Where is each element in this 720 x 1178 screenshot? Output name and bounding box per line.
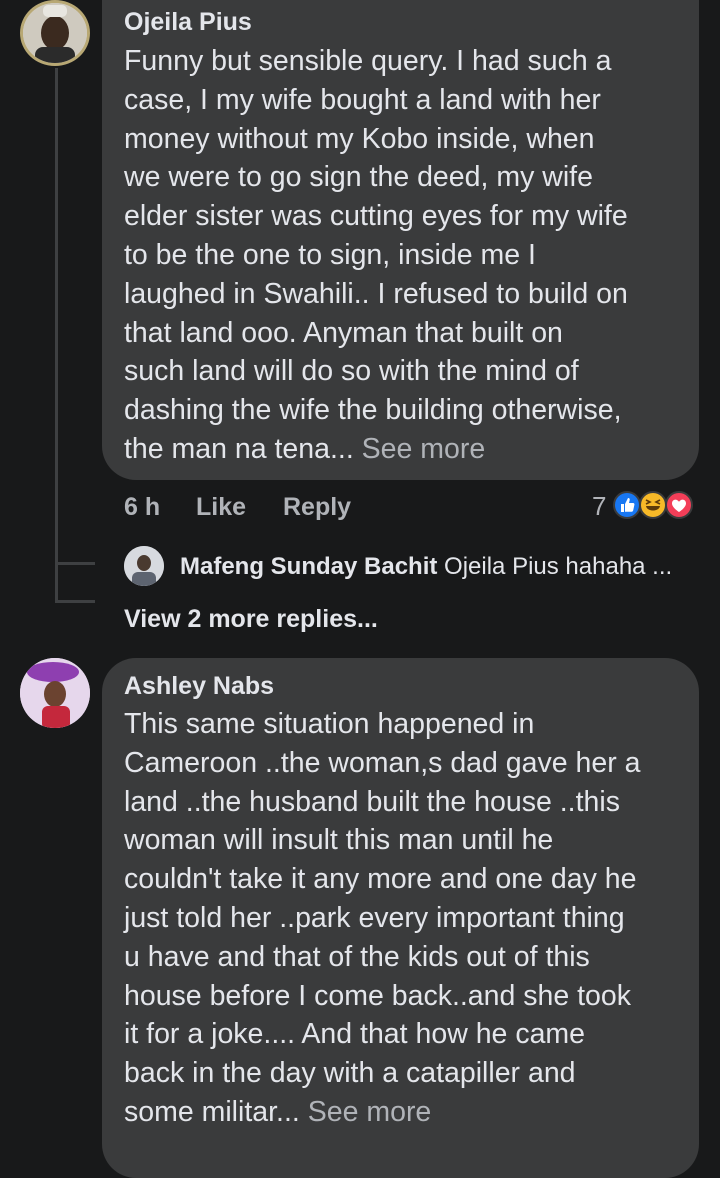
comment-text: Funny but sensible query. I had such a c… bbox=[124, 42, 628, 469]
comment-line: dashing the wife the building otherwise, bbox=[124, 394, 622, 427]
comment-line: back in the day with a catapiller and bbox=[124, 1057, 576, 1090]
comment-line-last: the man na tena... See more bbox=[124, 430, 628, 469]
comment-line: house before I come back..and she took bbox=[124, 979, 631, 1012]
comment-author[interactable]: Ojeila Pius bbox=[124, 8, 252, 37]
reply-author[interactable]: Mafeng Sunday Bachit bbox=[180, 553, 437, 580]
avatar-photo bbox=[23, 3, 87, 63]
see-more-link[interactable]: See more bbox=[308, 1096, 432, 1128]
comment-author[interactable]: Ashley Nabs bbox=[124, 672, 274, 701]
reaction-count: 7 bbox=[592, 491, 607, 521]
comment-line: that land ooo. Anyman that built on bbox=[124, 316, 563, 349]
reply-snippet: Ojeila Pius hahaha ... bbox=[444, 553, 673, 580]
comment-line: elder sister was cutting eyes for my wif… bbox=[124, 200, 628, 233]
comment-line: to be the one to sign, inside me I bbox=[124, 238, 536, 271]
comment-time[interactable]: 6 h bbox=[124, 493, 160, 522]
comment-line: such land will do so with the mind of bbox=[124, 355, 579, 388]
comment-line: woman will insult this man until he bbox=[124, 824, 554, 857]
truncated-text: some militar... bbox=[124, 1095, 300, 1128]
comment-line: Cameroon ..the woman,s dad gave her a bbox=[124, 746, 641, 779]
comment-line: it for a joke.... And that how he came bbox=[124, 1018, 586, 1051]
reply-preview[interactable]: Mafeng Sunday Bachit Ojeila Pius hahaha … bbox=[180, 553, 672, 581]
view-more-replies-link[interactable]: View 2 more replies... bbox=[124, 605, 378, 634]
reply-avatar-photo bbox=[124, 546, 164, 586]
comment-line: laughed in Swahili.. I refused to build … bbox=[124, 277, 628, 310]
thread-line-vertical bbox=[55, 68, 58, 602]
reply-avatar[interactable] bbox=[124, 546, 164, 586]
see-more-link[interactable]: See more bbox=[362, 433, 486, 465]
comment-line-last: some militar... See more bbox=[124, 1093, 640, 1132]
thread-line-branch-2 bbox=[55, 600, 95, 603]
avatar[interactable] bbox=[20, 658, 90, 728]
comment-line: we were to go sign the deed, my wife bbox=[124, 161, 593, 194]
comment-line: couldn't take it any more and one day he bbox=[124, 863, 637, 896]
comment-line: money without my Kobo inside, when bbox=[124, 122, 595, 155]
comment-line: just told her ..park every important thi… bbox=[124, 901, 625, 934]
comment-line: land ..the husband built the house ..thi… bbox=[124, 785, 620, 818]
comment-line: Funny but sensible query. I had such a bbox=[124, 45, 612, 77]
reaction-summary[interactable]: 7 bbox=[590, 488, 702, 524]
love-icon bbox=[665, 491, 693, 519]
comment-text: This same situation happened in Cameroon… bbox=[124, 705, 640, 1132]
comment-line: case, I my wife bought a land with her bbox=[124, 83, 601, 116]
comment-line: This same situation happened in bbox=[124, 708, 535, 740]
like-button[interactable]: Like bbox=[196, 493, 246, 522]
reply-button[interactable]: Reply bbox=[283, 493, 351, 522]
truncated-text: the man na tena... bbox=[124, 432, 354, 465]
avatar-photo bbox=[20, 658, 90, 728]
thread-line-branch-1 bbox=[55, 562, 95, 565]
avatar[interactable] bbox=[20, 0, 90, 66]
comment-line: u have and that of the kids out of this bbox=[124, 940, 590, 973]
